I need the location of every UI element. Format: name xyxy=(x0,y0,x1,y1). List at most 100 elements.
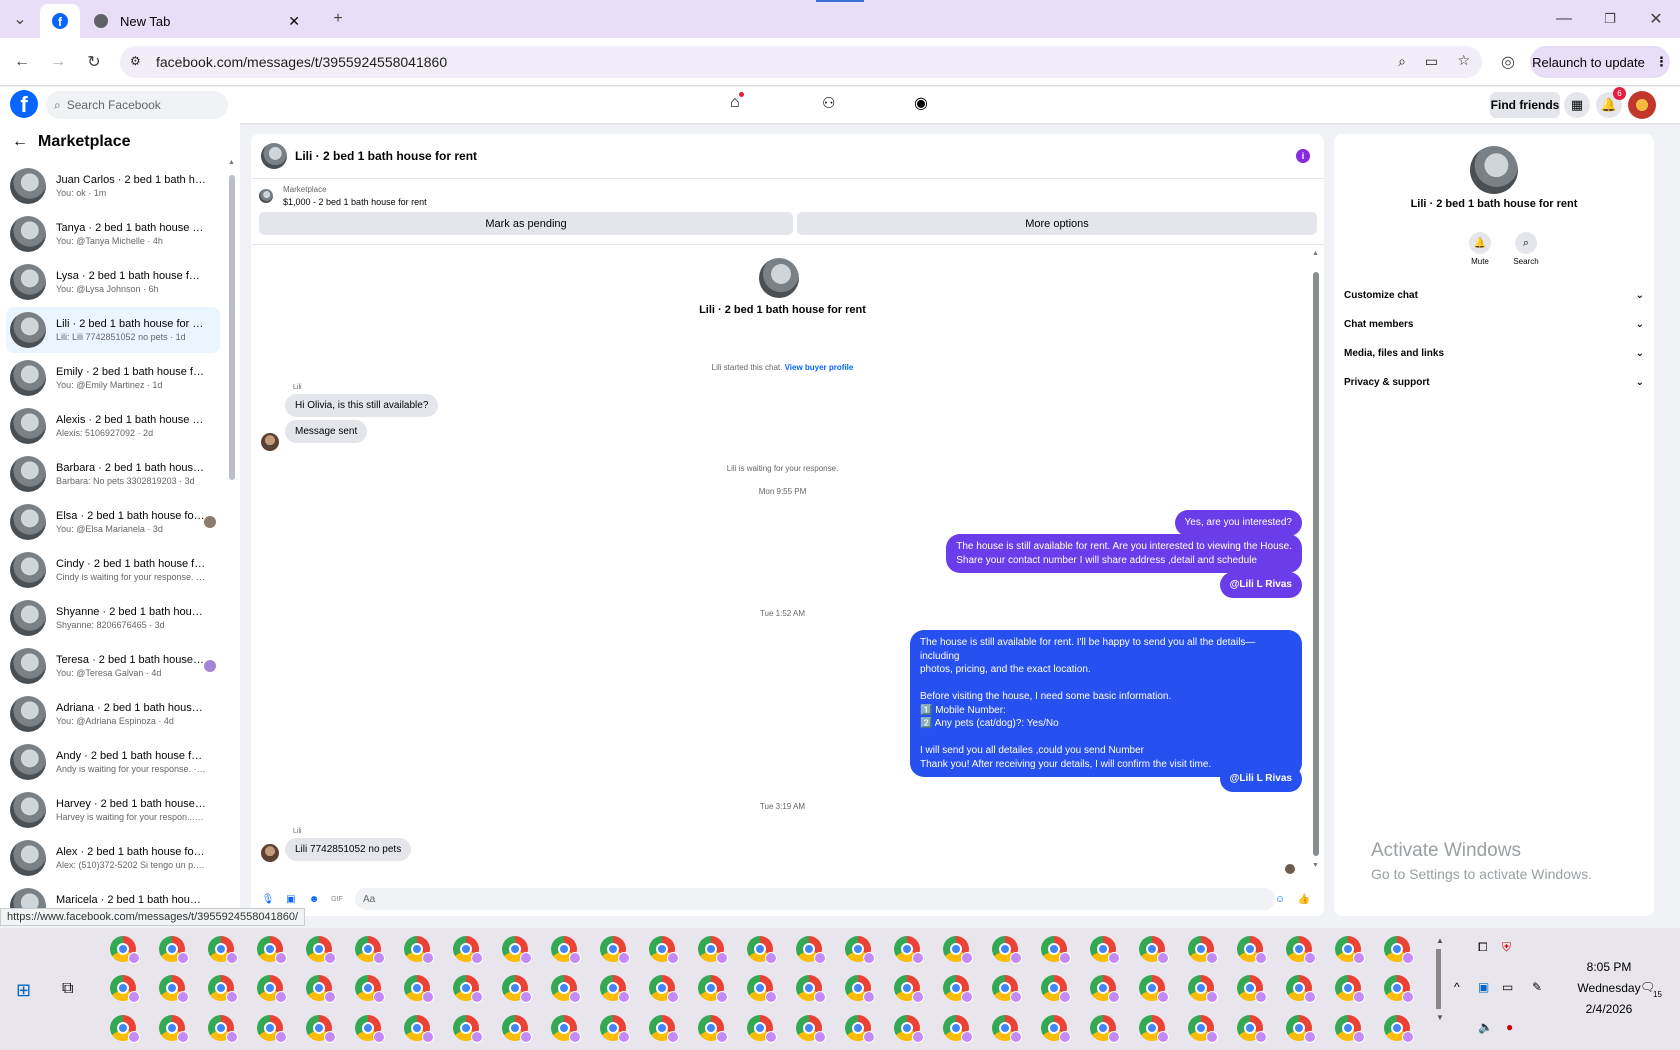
chrome-taskbar-icon[interactable] xyxy=(943,936,973,964)
security-shield-icon[interactable]: ⛨ xyxy=(1502,940,1511,955)
media-files-section[interactable]: Media, files and links ⌄ xyxy=(1344,342,1644,364)
info-icon[interactable]: i xyxy=(1296,149,1310,163)
conversation-item[interactable]: Juan Carlos · 2 bed 1 bath hous... You: o… xyxy=(6,163,220,209)
conversation-item[interactable]: Lili · 2 bed 1 bath house for rent Lili: … xyxy=(6,307,220,353)
conversation-item[interactable]: Cindy · 2 bed 1 bath house for r... Cindy… xyxy=(6,547,220,593)
tab-new-tab[interactable]: New Tab ✕ xyxy=(82,4,312,38)
task-view-icon[interactable]: ⧉ xyxy=(62,980,73,998)
chrome-taskbar-icon[interactable] xyxy=(257,975,287,1003)
conversation-item[interactable]: Shyanne · 2 bed 1 bath house f... Shyanne… xyxy=(6,595,220,641)
conversation-item[interactable]: Andy · 2 bed 1 bath house for r... Andy i… xyxy=(6,739,220,785)
chrome-taskbar-icon[interactable] xyxy=(159,936,189,964)
conversation-item[interactable]: Elsa · 2 bed 1 bath house for ... You: @E… xyxy=(6,499,220,545)
chrome-taskbar-icon[interactable] xyxy=(208,975,238,1003)
facebook-logo-icon[interactable]: f xyxy=(10,90,38,118)
chrome-taskbar-icon[interactable] xyxy=(747,936,777,964)
chrome-taskbar-icon[interactable] xyxy=(894,1015,924,1043)
photo-icon[interactable]: ▣ xyxy=(284,892,298,906)
outgoing-message[interactable]: Yes, are you interested? xyxy=(1174,510,1302,536)
account-avatar[interactable] xyxy=(1628,91,1656,119)
chrome-taskbar-icon[interactable] xyxy=(1041,936,1071,964)
chrome-taskbar-icon[interactable] xyxy=(649,975,679,1003)
chrome-taskbar-icon[interactable] xyxy=(306,936,336,964)
conversation-item[interactable]: Tanya · 2 bed 1 bath house for r... You: … xyxy=(6,211,220,257)
windows-start-icon[interactable]: ⊞ xyxy=(16,980,31,1001)
like-thumb-icon[interactable]: 👍 xyxy=(1297,892,1311,906)
sender-avatar[interactable] xyxy=(261,844,279,862)
chrome-taskbar-icon[interactable] xyxy=(1335,975,1365,1003)
sidebar-scrollbar[interactable] xyxy=(229,175,235,480)
forward-icon[interactable]: → xyxy=(46,50,70,74)
url-bar[interactable]: ⚙ facebook.com/messages/t/39559245580418… xyxy=(120,46,1482,78)
chrome-taskbar-icon[interactable] xyxy=(1188,936,1218,964)
groups-icon[interactable]: ◉ xyxy=(914,93,928,113)
search-conversation-button[interactable]: ⌕ Search xyxy=(1506,232,1546,266)
taskbar-scrollbar[interactable]: ▲ ▼ xyxy=(1436,936,1444,1040)
tab-facebook[interactable]: f xyxy=(40,4,80,38)
chrome-taskbar-icon[interactable] xyxy=(992,936,1022,964)
chrome-taskbar-icon[interactable] xyxy=(1188,1015,1218,1043)
chrome-taskbar-icon[interactable] xyxy=(355,1015,385,1043)
view-buyer-profile-link[interactable]: View buyer profile xyxy=(785,363,854,372)
chrome-taskbar-icon[interactable] xyxy=(992,975,1022,1003)
chrome-taskbar-icon[interactable] xyxy=(1384,1015,1414,1043)
chrome-taskbar-icon[interactable] xyxy=(600,1015,630,1043)
volume-icon[interactable]: 🔈 xyxy=(1478,1020,1493,1034)
outgoing-message[interactable]: The house is still available for rent. I… xyxy=(910,630,1302,777)
chrome-taskbar-icon[interactable] xyxy=(404,936,434,964)
chrome-taskbar-icon[interactable] xyxy=(894,975,924,1003)
back-arrow-icon[interactable]: ← xyxy=(12,133,28,151)
chrome-taskbar-icon[interactable] xyxy=(502,975,532,1003)
site-info-icon[interactable]: ⚙ xyxy=(130,54,141,68)
chrome-taskbar-icon[interactable] xyxy=(1041,1015,1071,1043)
chrome-taskbar-icon[interactable] xyxy=(1090,1015,1120,1043)
chat-scrollbar[interactable] xyxy=(1313,272,1319,856)
chrome-taskbar-icon[interactable] xyxy=(404,975,434,1003)
chrome-taskbar-icon[interactable] xyxy=(257,936,287,964)
network-icon[interactable]: ▭ xyxy=(1502,980,1513,994)
chrome-taskbar-icon[interactable] xyxy=(845,1015,875,1043)
message-input[interactable]: Aa xyxy=(355,888,1275,910)
chrome-taskbar-icon[interactable] xyxy=(1090,936,1120,964)
chrome-taskbar-icon[interactable] xyxy=(649,1015,679,1043)
chrome-taskbar-icon[interactable] xyxy=(600,936,630,964)
zoom-icon[interactable]: ⌕ xyxy=(1398,53,1406,70)
incoming-message[interactable]: Message sent xyxy=(285,420,368,443)
close-tab-icon[interactable]: ✕ xyxy=(288,13,300,30)
mark-pending-button[interactable]: Mark as pending xyxy=(259,212,793,235)
chrome-taskbar-icon[interactable] xyxy=(110,975,140,1003)
relaunch-button[interactable]: Relaunch to update ⋮ xyxy=(1530,46,1670,78)
chrome-taskbar-icon[interactable] xyxy=(1041,975,1071,1003)
chat-header-avatar[interactable] xyxy=(261,143,287,169)
install-icon[interactable]: ▭ xyxy=(1425,53,1438,70)
chrome-taskbar-icon[interactable] xyxy=(1384,936,1414,964)
conversation-item[interactable]: Teresa · 2 bed 1 bath house f... You: @Te… xyxy=(6,643,220,689)
tb-scroll-down-icon[interactable]: ▼ xyxy=(1436,1013,1444,1022)
chrome-taskbar-icon[interactable] xyxy=(551,975,581,1003)
chat-scroll-up-icon[interactable]: ▲ xyxy=(1312,250,1319,257)
chrome-taskbar-icon[interactable] xyxy=(257,1015,287,1043)
more-options-button[interactable]: More options xyxy=(797,212,1317,235)
chrome-taskbar-icon[interactable] xyxy=(1237,1015,1267,1043)
chrome-taskbar-icon[interactable] xyxy=(1335,936,1365,964)
chrome-taskbar-icon[interactable] xyxy=(159,1015,189,1043)
chrome-taskbar-icon[interactable] xyxy=(1286,1015,1316,1043)
chat-scroll-down-icon[interactable]: ▼ xyxy=(1312,862,1319,869)
chrome-taskbar-icon[interactable] xyxy=(894,936,924,964)
chrome-taskbar-icon[interactable] xyxy=(845,975,875,1003)
chrome-taskbar-icon[interactable] xyxy=(943,975,973,1003)
tb-scroll-thumb[interactable] xyxy=(1436,949,1441,1009)
chrome-taskbar-icon[interactable] xyxy=(1139,1015,1169,1043)
emoji-icon[interactable]: ☺ xyxy=(1273,892,1287,906)
conversation-item[interactable]: Adriana · 2 bed 1 bath house fo... You: @… xyxy=(6,691,220,737)
conversation-item[interactable]: Harvey · 2 bed 1 bath house for... Harvey… xyxy=(6,787,220,833)
chrome-taskbar-icon[interactable] xyxy=(1335,1015,1365,1043)
chrome-taskbar-icon[interactable] xyxy=(502,1015,532,1043)
mention-message[interactable]: @Lili L Rivas xyxy=(1219,572,1302,598)
chrome-taskbar-icon[interactable] xyxy=(992,1015,1022,1043)
conversation-item[interactable]: Lysa · 2 bed 1 bath house for rent You: @… xyxy=(6,259,220,305)
chat-intro-avatar[interactable] xyxy=(759,258,799,298)
chrome-taskbar-icon[interactable] xyxy=(1237,975,1267,1003)
meet-now-icon[interactable]: ⧠ xyxy=(1478,940,1488,955)
conversation-item[interactable]: Barbara · 2 bed 1 bath house fo... Barbar… xyxy=(6,451,220,497)
